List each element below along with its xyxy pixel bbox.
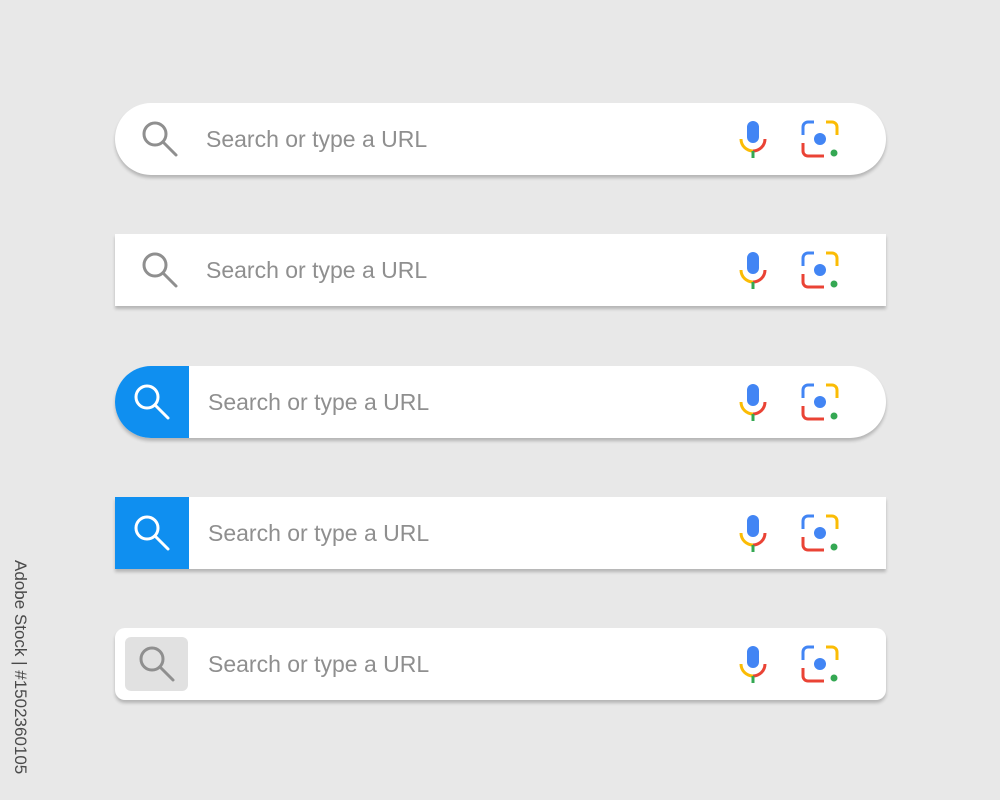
lens-search-button[interactable] xyxy=(798,117,842,161)
voice-search-button[interactable] xyxy=(731,642,775,686)
search-bar-2 xyxy=(115,234,886,306)
lens-search-button[interactable] xyxy=(798,248,842,292)
lens-search-button[interactable] xyxy=(798,642,842,686)
search-bar-1 xyxy=(115,103,886,175)
stock-credit: Adobe Stock | #1502360105 xyxy=(11,560,30,775)
search-input[interactable] xyxy=(208,384,688,420)
search-button[interactable] xyxy=(131,234,189,306)
search-button[interactable] xyxy=(125,637,188,691)
search-button[interactable] xyxy=(115,366,189,438)
camera-lens-icon xyxy=(801,514,839,552)
microphone-icon xyxy=(739,384,767,421)
magnifier-icon xyxy=(142,121,178,157)
magnifier-icon xyxy=(139,646,174,682)
magnifier-icon xyxy=(134,384,170,420)
search-input[interactable] xyxy=(206,121,686,157)
camera-lens-icon xyxy=(801,120,839,158)
search-bar-3 xyxy=(115,366,886,438)
search-input[interactable] xyxy=(208,646,688,682)
search-button[interactable] xyxy=(131,103,189,175)
search-input[interactable] xyxy=(206,252,686,288)
microphone-icon xyxy=(739,252,767,289)
microphone-icon xyxy=(739,121,767,158)
voice-search-button[interactable] xyxy=(731,380,775,424)
voice-search-button[interactable] xyxy=(731,511,775,555)
search-bar-4 xyxy=(115,497,886,569)
magnifier-icon xyxy=(142,252,178,288)
camera-lens-icon xyxy=(801,251,839,289)
lens-search-button[interactable] xyxy=(798,511,842,555)
lens-search-button[interactable] xyxy=(798,380,842,424)
search-button[interactable] xyxy=(115,497,189,569)
magnifier-icon xyxy=(134,515,170,551)
search-bar-5 xyxy=(115,628,886,700)
voice-search-button[interactable] xyxy=(731,117,775,161)
microphone-icon xyxy=(739,515,767,552)
voice-search-button[interactable] xyxy=(731,248,775,292)
camera-lens-icon xyxy=(801,383,839,421)
search-input[interactable] xyxy=(208,515,688,551)
camera-lens-icon xyxy=(801,645,839,683)
microphone-icon xyxy=(739,646,767,683)
